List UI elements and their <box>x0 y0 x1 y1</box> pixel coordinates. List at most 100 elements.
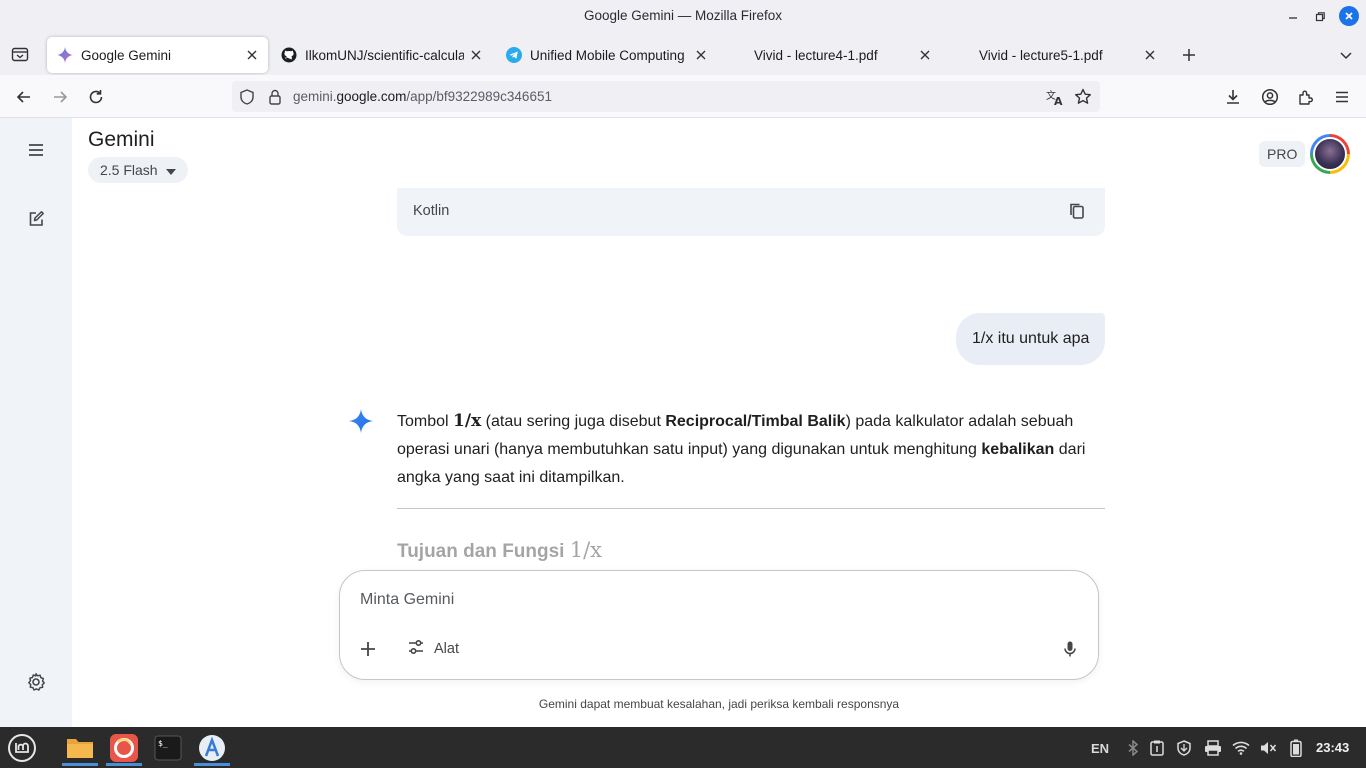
url-domain: google.com <box>336 89 407 104</box>
gemini-sparkle-icon <box>348 408 374 434</box>
tools-button[interactable]: Alat <box>406 637 459 661</box>
file-manager-icon[interactable] <box>62 730 98 766</box>
tab-label: Vivid - lecture4-1.pdf <box>754 47 878 63</box>
bookmark-star-icon[interactable] <box>1073 87 1093 107</box>
active-indicator <box>106 763 142 766</box>
active-indicator <box>62 763 98 766</box>
android-studio-icon[interactable] <box>194 730 230 766</box>
avatar[interactable] <box>1310 134 1350 174</box>
battery-icon[interactable] <box>1287 738 1305 758</box>
lock-icon[interactable] <box>266 88 284 106</box>
tracking-protection-icon[interactable] <box>238 88 256 106</box>
tab-close-icon[interactable] <box>244 47 260 63</box>
keyboard-layout[interactable]: EN <box>1088 738 1112 758</box>
github-icon <box>281 47 297 63</box>
url-text[interactable]: gemini.google.com/app/bf9322989c346651 <box>293 89 552 104</box>
wifi-icon[interactable] <box>1230 738 1252 758</box>
tab-google-gemini[interactable]: Google Gemini <box>47 37 268 73</box>
volume-muted-icon[interactable] <box>1258 738 1278 758</box>
tab-lecture4[interactable]: Vivid - lecture4-1.pdf <box>720 37 941 73</box>
extensions-icon[interactable] <box>1293 84 1319 110</box>
navigation-bar: gemini.google.com/app/bf9322989c346651 文… <box>0 75 1366 118</box>
gemini-icon <box>57 47 73 63</box>
avatar-photo <box>1313 137 1347 171</box>
tab-label: Vivid - lecture5-1.pdf <box>979 47 1103 63</box>
tab-close-icon[interactable] <box>1142 47 1158 63</box>
caret-down-icon <box>165 162 176 178</box>
code-block-header: Kotlin <box>397 188 1105 236</box>
url-prefix: gemini. <box>293 89 337 104</box>
maximize-icon[interactable] <box>1309 6 1331 28</box>
firefox-taskbar-icon[interactable] <box>106 730 142 766</box>
forward-icon[interactable] <box>47 84 73 110</box>
new-chat-icon[interactable] <box>24 207 48 231</box>
response-heading: Tujuan dan Fungsi 1/x <box>397 538 602 563</box>
tab-overview-icon[interactable] <box>10 44 30 64</box>
main-menu-icon[interactable] <box>24 138 48 162</box>
bluetooth-icon[interactable] <box>1124 738 1142 758</box>
reply-math: 1/x <box>453 411 482 431</box>
add-file-icon[interactable] <box>358 639 378 659</box>
tools-sliders-icon <box>406 637 426 661</box>
heading-text: Tujuan dan Fungsi <box>397 541 570 562</box>
url-bar[interactable]: gemini.google.com/app/bf9322989c346651 文… <box>232 81 1100 112</box>
tab-close-icon[interactable] <box>468 47 484 63</box>
back-icon[interactable] <box>11 84 37 110</box>
model-label: 2.5 Flash <box>100 162 158 178</box>
tab-close-icon[interactable] <box>693 47 709 63</box>
tab-github[interactable]: IlkomUNJ/scientific-calculat <box>271 37 492 73</box>
os-taskbar: $_ EN 23:43 <box>0 727 1366 768</box>
printer-icon[interactable] <box>1203 738 1223 758</box>
tab-close-icon[interactable] <box>917 47 933 63</box>
window-title: Google Gemini — Mozilla Firefox <box>583 8 783 23</box>
settings-icon[interactable] <box>24 670 48 694</box>
pro-badge[interactable]: PRO <box>1259 141 1306 167</box>
clipboard-icon[interactable] <box>1148 738 1166 758</box>
terminal-icon[interactable]: $_ <box>150 730 186 766</box>
close-window-icon[interactable] <box>1339 6 1359 26</box>
prompt-input[interactable]: Minta Gemini Alat <box>339 570 1099 680</box>
clock[interactable]: 23:43 <box>1316 740 1349 755</box>
code-language: Kotlin <box>413 203 450 219</box>
copy-icon[interactable] <box>1067 201 1087 221</box>
tab-telegram[interactable]: Unified Mobile Computing C <box>496 37 717 73</box>
url-path: /app/bf9322989c346651 <box>406 89 552 104</box>
tools-label: Alat <box>434 641 459 657</box>
svg-text:$_: $_ <box>158 739 168 748</box>
prompt-placeholder: Minta Gemini <box>360 591 455 608</box>
start-menu-icon[interactable] <box>4 730 40 766</box>
window-titlebar: Google Gemini — Mozilla Firefox <box>0 0 1366 33</box>
telegram-icon <box>506 47 522 63</box>
reply-text-1: Tombol <box>397 413 454 430</box>
downloads-icon[interactable] <box>1220 84 1246 110</box>
disclaimer-text: Gemini dapat membuat kesalahan, jadi per… <box>538 697 900 711</box>
account-icon[interactable] <box>1257 84 1283 110</box>
model-selector[interactable]: 2.5 Flash <box>88 157 188 183</box>
update-shield-icon[interactable] <box>1174 738 1194 758</box>
reply-text-2: (atau sering juga disebut <box>481 413 666 430</box>
active-indicator <box>194 763 230 766</box>
user-message: 1/x itu untuk apa <box>956 313 1106 365</box>
list-all-tabs-icon[interactable] <box>1335 44 1357 66</box>
minimize-icon[interactable] <box>1282 6 1304 28</box>
translate-icon[interactable]: 文A <box>1045 87 1065 108</box>
gemini-response: Tombol 1/x (atau sering juga disebut Rec… <box>397 407 1109 492</box>
menu-hamburger-icon[interactable] <box>1329 84 1355 110</box>
app-title: Gemini <box>88 128 155 151</box>
svg-text:A: A <box>1054 95 1063 107</box>
pdf-tab-icon <box>955 47 971 63</box>
pdf-tab-icon <box>730 47 746 63</box>
tab-strip: Google Gemini IlkomUNJ/scientific-calcul… <box>0 33 1366 75</box>
tab-label: Google Gemini <box>81 47 172 63</box>
divider <box>397 508 1105 509</box>
reply-bold-2: kebalikan <box>981 441 1055 458</box>
reload-icon[interactable] <box>83 84 109 110</box>
new-tab-icon[interactable] <box>1178 44 1200 66</box>
gemini-page: Gemini 2.5 Flash PRO Kotlin 1/x itu untu… <box>0 118 1366 727</box>
tab-lecture5[interactable]: Vivid - lecture5-1.pdf <box>945 37 1166 73</box>
heading-math: 1/x <box>569 538 603 562</box>
microphone-icon[interactable] <box>1060 639 1080 659</box>
gemini-sidebar <box>0 118 72 727</box>
tab-label: Unified Mobile Computing C <box>530 47 689 63</box>
tab-label: IlkomUNJ/scientific-calculat <box>305 47 464 63</box>
